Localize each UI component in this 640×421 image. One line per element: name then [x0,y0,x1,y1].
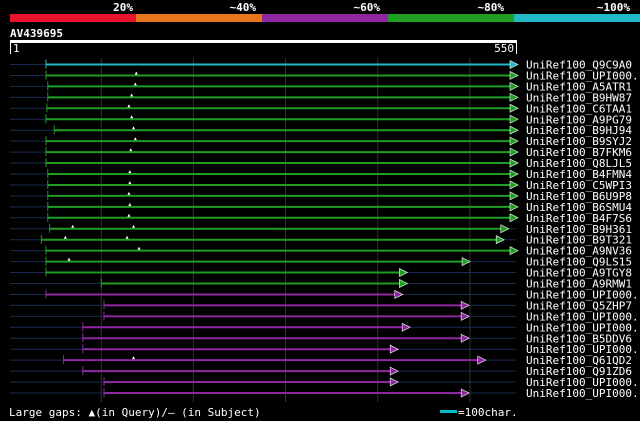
ruler-end-tick [516,43,517,54]
gaps-legend: Large gaps: ▲(in Query)/— (in Subject) [9,406,261,419]
scale-label-40: ~40% [230,1,257,14]
scale-segment-2 [136,14,263,22]
query-name: AV439695 [10,27,63,40]
scale-segment-3 [262,14,389,22]
scale-label-60: ~60% [354,1,381,14]
hit-label[interactable]: UniRef100_UPI000... [526,387,640,400]
scale-label-20: 20% [113,1,133,14]
alignment-overview: 20% ~40% ~60% ~80% ~100% AV439695 1 550 … [0,0,640,421]
ruler-start-tick [10,43,11,54]
identity-scale-bar [10,14,640,22]
scale-segment-1 [10,14,137,22]
scale-segment-5 [514,14,640,22]
scale-label-80: ~80% [478,1,505,14]
scale-label-100: ~100% [597,1,630,14]
scale-segment-4 [388,14,515,22]
scale-legend-text: =100char. [458,406,518,419]
scale-legend-line [440,410,457,413]
ruler-start-label: 1 [13,42,20,55]
ruler-end-label: 550 [494,42,514,55]
query-bar [10,40,517,43]
